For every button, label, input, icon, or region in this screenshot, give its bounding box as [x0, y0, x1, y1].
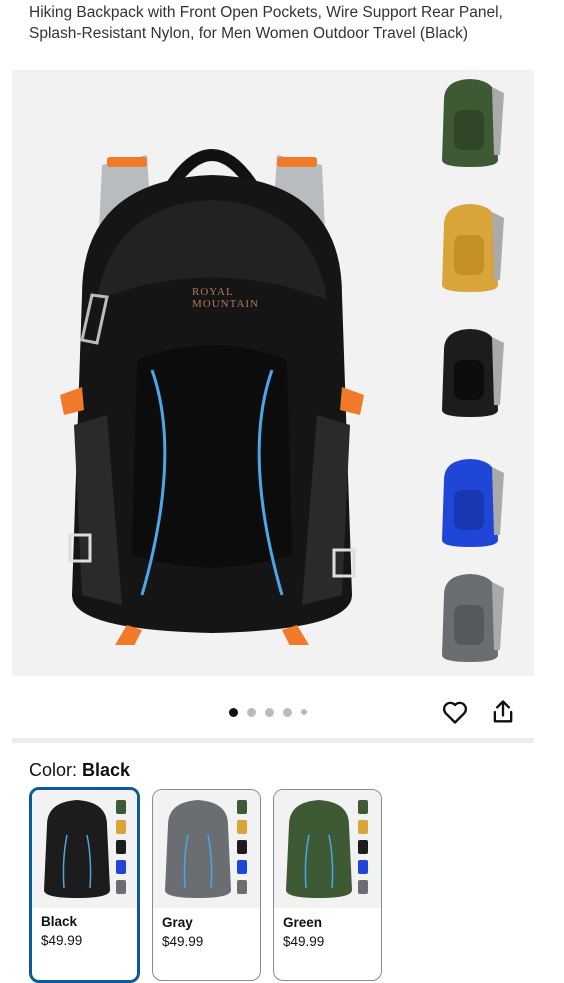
section-divider: [12, 738, 534, 743]
share-icon[interactable]: [489, 698, 517, 726]
thumbnail-green[interactable]: [432, 75, 508, 171]
image-gallery[interactable]: ROYAL MOUNTAIN: [12, 70, 534, 676]
swatch-price: $49.99: [283, 934, 325, 949]
thumbnail-yellow[interactable]: [432, 200, 508, 296]
pagination-dot[interactable]: [301, 709, 307, 715]
color-selector-label: Color: Black: [29, 760, 130, 781]
swatch-image: [274, 790, 381, 908]
swatch-color-name: Black: [41, 914, 78, 929]
pagination-dot[interactable]: [283, 707, 292, 717]
color-option-black[interactable]: Black $49.99: [29, 787, 140, 983]
thumbnail-gray[interactable]: [432, 570, 508, 666]
main-product-image[interactable]: ROYAL MOUNTAIN: [52, 125, 372, 645]
thumbnail-blue[interactable]: [432, 455, 508, 551]
pagination-dot[interactable]: [265, 707, 274, 717]
swatch-color-name: Green: [283, 915, 323, 930]
product-title: Hiking Backpack with Front Open Pockets,…: [29, 4, 503, 42]
color-label-prefix: Color:: [29, 760, 78, 780]
pagination-dot[interactable]: [247, 707, 256, 717]
brand-logo-line1: ROYAL: [192, 286, 234, 298]
swatch-image: [153, 790, 260, 908]
swatch-color-name: Gray: [162, 915, 193, 930]
selected-color-name: Black: [82, 760, 131, 780]
brand-logo-line2: MOUNTAIN: [192, 298, 259, 310]
swatch-price: $49.99: [41, 933, 83, 948]
color-option-green[interactable]: Green $49.99: [273, 789, 382, 981]
pagination-dot[interactable]: [229, 707, 238, 717]
swatch-price: $49.99: [162, 934, 204, 949]
color-option-gray[interactable]: Gray $49.99: [152, 789, 261, 981]
gallery-pagination[interactable]: [229, 706, 307, 718]
heart-icon[interactable]: [441, 698, 469, 726]
thumbnail-black[interactable]: [432, 325, 508, 421]
swatch-image: [32, 790, 137, 908]
